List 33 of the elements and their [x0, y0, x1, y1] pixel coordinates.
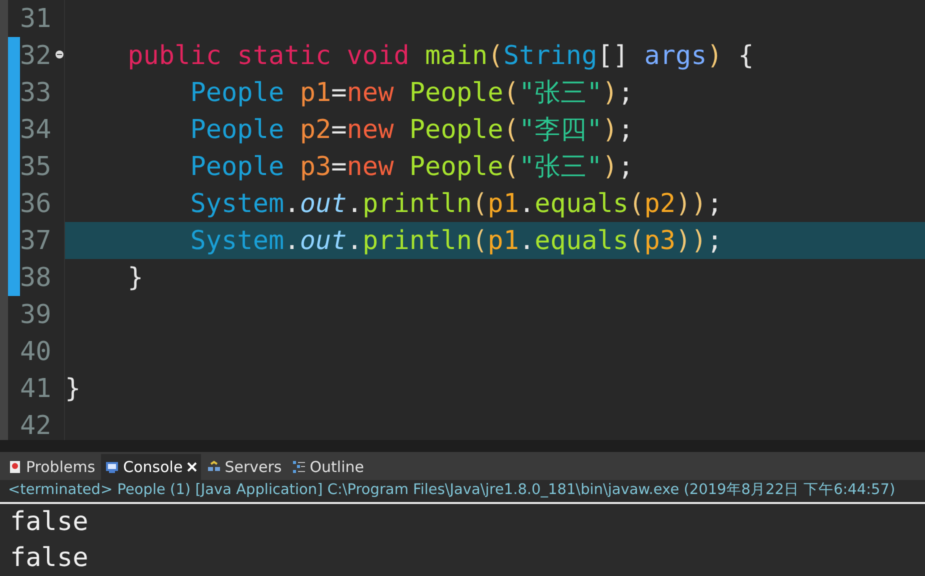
code-line: } — [65, 376, 81, 402]
panel-tab[interactable]: Problems — [4, 454, 100, 480]
close-icon[interactable] — [186, 462, 197, 472]
console-output: false — [10, 542, 88, 575]
line-number: 42 — [20, 412, 52, 438]
line-number: 40 — [20, 338, 52, 364]
code-line: System.out.println(p1.equals(p3)); — [189, 228, 722, 254]
code-line: People p3=new People("张三"); — [189, 154, 634, 180]
line-number: 33 — [20, 80, 52, 106]
code-line: People p1=new People("张三"); — [189, 80, 634, 106]
line-number: 41 — [20, 376, 52, 402]
code-line: System.out.println(p1.equals(p2)); — [189, 190, 722, 216]
line-number: 38 — [20, 264, 52, 290]
panel-tab[interactable]: Outline — [288, 454, 368, 480]
line-number: 39 — [20, 302, 52, 328]
console-status: <terminated> People (1) [Java Application] C:\Program Files\Java\jre1.8.0_181\bin\javaw.exe (2019年8月22日 下午6:44:57) — [8, 481, 896, 500]
monitor-icon — [105, 460, 120, 474]
line-number: 31 — [20, 6, 52, 32]
line-number: 37 — [20, 228, 52, 254]
line-number: 34 — [20, 116, 52, 142]
line-number: 32 — [20, 42, 52, 68]
code-line: People p2=new People("李四"); — [189, 116, 634, 142]
line-number: 35 — [20, 154, 52, 180]
line-number: 36 — [20, 190, 52, 216]
fold-icon[interactable] — [55, 50, 64, 59]
problems-icon — [8, 460, 22, 474]
panel-tab[interactable]: Servers — [202, 454, 286, 480]
outline-icon — [292, 460, 306, 474]
console-output: false — [10, 506, 88, 539]
panel-tab[interactable]: Console — [101, 454, 201, 480]
code-line: } — [126, 264, 144, 290]
servers-icon — [206, 460, 221, 474]
code-line: public static void main(String[] args) { — [126, 42, 754, 68]
